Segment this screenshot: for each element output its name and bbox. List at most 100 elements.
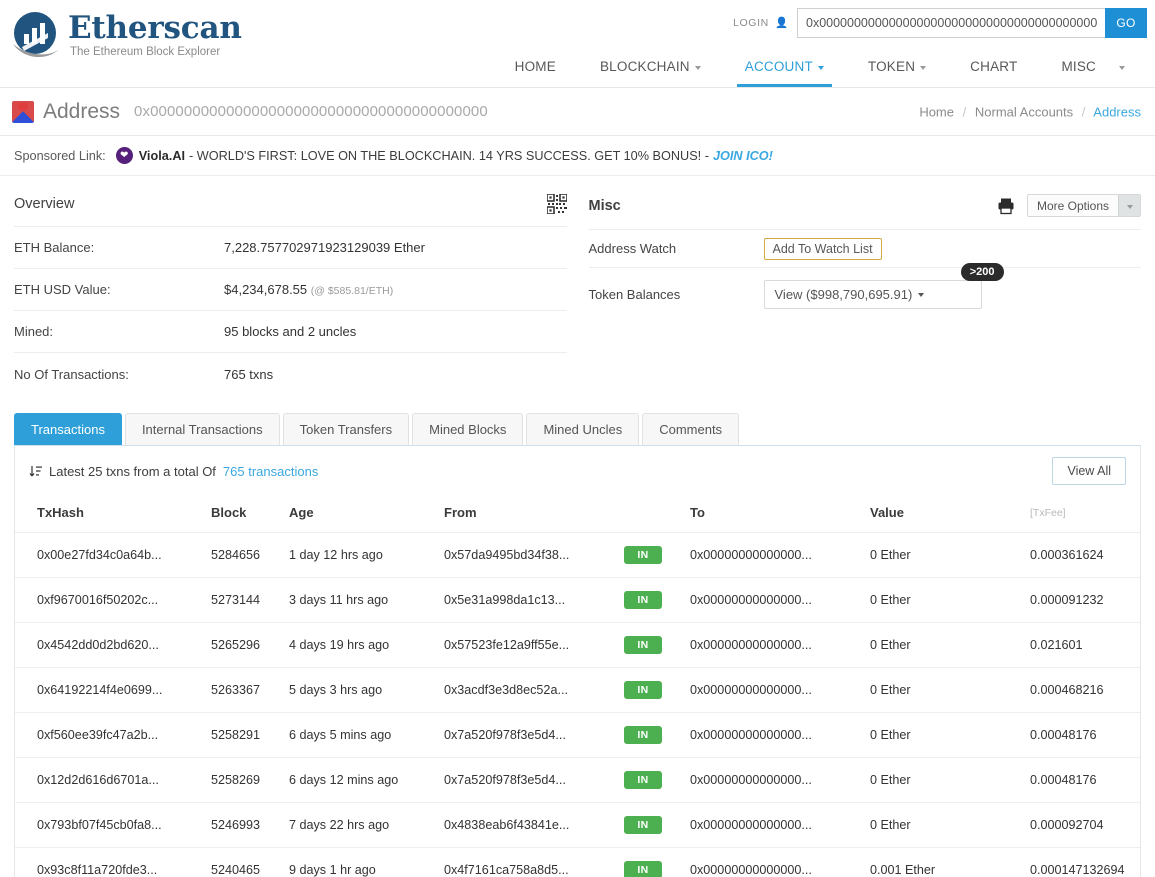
cell-to[interactable]: 0x00000000000000... xyxy=(684,847,864,877)
sort-descending-icon[interactable] xyxy=(29,465,42,478)
add-to-watch-list-button[interactable]: Add To Watch List xyxy=(763,237,882,260)
logo-tagline: The Ethereum Block Explorer xyxy=(70,46,221,58)
cell-from[interactable]: 0x3acdf3e3d8ec52a... xyxy=(438,667,618,713)
eth-price-note: (@ $585.81/ETH) xyxy=(310,285,394,297)
row-value: 765 txns xyxy=(224,367,273,382)
cell-to[interactable]: 0x00000000000000... xyxy=(684,757,864,803)
overview-row-eth-usd-value: ETH USD Value: $4,234,678.55 (@ $585.81/… xyxy=(14,269,567,311)
cell-txfee: 0.000092704 xyxy=(1024,802,1140,848)
nav-item-misc[interactable]: MISC xyxy=(1039,59,1147,87)
cell-txhash[interactable]: 0x93c8f11a720fde3... xyxy=(15,847,205,877)
top-bar: Etherscan The Ethereum Block Explorer LO… xyxy=(0,0,1155,88)
breadcrumb-item-home[interactable]: Home xyxy=(919,104,954,119)
chevron-down-icon[interactable] xyxy=(1118,195,1140,216)
cell-block[interactable]: 5284656 xyxy=(205,532,283,578)
nav-item-blockchain[interactable]: BLOCKCHAIN xyxy=(578,59,723,87)
direction-badge: IN xyxy=(624,591,662,609)
cell-to[interactable]: 0x00000000000000... xyxy=(684,622,864,668)
cell-txhash[interactable]: 0x12d2d616d6701a... xyxy=(15,757,205,803)
cell-from[interactable]: 0x4838eab6f43841e... xyxy=(438,802,618,848)
cell-txhash[interactable]: 0x4542dd0d2bd620... xyxy=(15,622,205,668)
chevron-down-icon xyxy=(817,65,824,70)
misc-panel: Misc More Options Address Watch Add To W… xyxy=(588,190,1141,395)
cell-block[interactable]: 5265296 xyxy=(205,622,283,668)
table-row: 0xf560ee39fc47a2b... 5258291 6 days 5 mins… xyxy=(15,712,1140,758)
search-input[interactable] xyxy=(797,8,1105,38)
cell-to[interactable]: 0x00000000000000... xyxy=(684,577,864,623)
cell-block[interactable]: 5258269 xyxy=(205,757,283,803)
cell-block[interactable]: 5258291 xyxy=(205,712,283,758)
column-header-txfee[interactable]: [TxFee] xyxy=(1024,496,1140,533)
cell-txhash[interactable]: 0xf9670016f50202c... xyxy=(15,577,205,623)
cell-from[interactable]: 0x7a520f978f3e5d4... xyxy=(438,712,618,758)
breadcrumb-item-normal-accounts[interactable]: Normal Accounts xyxy=(975,104,1073,119)
token-balances-value: View ($998,790,695.91) xyxy=(774,286,913,302)
tab-comments[interactable]: Comments xyxy=(642,413,740,445)
table-summary-link[interactable]: 765 transactions xyxy=(223,464,318,479)
cell-txhash[interactable]: 0x793bf07f45cb0fa8... xyxy=(15,802,205,848)
search-go-button[interactable]: GO xyxy=(1105,8,1147,38)
cell-from[interactable]: 0x4f7161ca758a8d5... xyxy=(438,847,618,877)
cell-from[interactable]: 0x5e31a998da1c13... xyxy=(438,577,618,623)
cell-from[interactable]: 0x57523fe12a9ff55e... xyxy=(438,622,618,668)
cell-from[interactable]: 0x7a520f978f3e5d4... xyxy=(438,757,618,803)
tab-internal-transactions[interactable]: Internal Transactions xyxy=(124,413,280,445)
print-icon[interactable] xyxy=(997,197,1015,215)
misc-title: Misc xyxy=(588,197,621,214)
nav-item-token[interactable]: TOKEN xyxy=(846,59,948,87)
qr-code-icon[interactable] xyxy=(546,194,567,214)
token-balances-dropdown[interactable]: View ($998,790,695.91) xyxy=(763,279,982,309)
login-link[interactable]: LOGIN 👤 xyxy=(733,16,789,29)
heart-icon: ❤ xyxy=(115,147,133,164)
row-key: ETH USD Value: xyxy=(14,282,111,297)
tab-mined-uncles[interactable]: Mined Uncles xyxy=(526,413,640,445)
cell-block[interactable]: 5240465 xyxy=(205,847,283,877)
view-all-button[interactable]: View All xyxy=(1052,457,1126,485)
nav-item-account[interactable]: ACCOUNT xyxy=(723,59,846,87)
column-header-from[interactable]: From xyxy=(438,496,618,533)
column-header-block[interactable]: Block xyxy=(205,496,283,533)
row-key: ETH Balance: xyxy=(14,240,95,255)
transactions-card: Latest 25 txns from a total Of 765 trans… xyxy=(14,446,1141,877)
nav-item-chart[interactable]: CHART xyxy=(948,59,1039,87)
cell-block[interactable]: 5263367 xyxy=(205,667,283,713)
cell-from[interactable]: 0x57da9495bd34f38... xyxy=(438,532,618,578)
cell-to[interactable]: 0x00000000000000... xyxy=(684,667,864,713)
row-key: Address Watch xyxy=(588,241,677,256)
table-head: TxHash Block Age From To Value [TxFee] xyxy=(15,496,1140,533)
cell-to[interactable]: 0x00000000000000... xyxy=(684,712,864,758)
site-logo[interactable]: Etherscan The Ethereum Block Explorer xyxy=(10,10,242,64)
breadcrumb-item-address[interactable]: Address xyxy=(1093,104,1141,119)
column-header-txhash[interactable]: TxHash xyxy=(15,496,205,533)
table-row: 0x12d2d616d6701a... 5258269 6 days 12 mins… xyxy=(15,757,1140,803)
sponsor-brand[interactable]: Viola.AI xyxy=(139,149,185,163)
chevron-down-icon xyxy=(1119,65,1125,70)
cell-block[interactable]: 5246993 xyxy=(205,802,283,848)
row-value: View ($998,790,695.91) >200 xyxy=(763,262,1004,309)
column-header-value[interactable]: Value xyxy=(864,496,1024,533)
cell-block[interactable]: 5273144 xyxy=(205,577,283,623)
tab-mined-blocks[interactable]: Mined Blocks xyxy=(412,413,524,445)
column-header-to[interactable]: To xyxy=(684,496,864,533)
txn-count-value: 765 txns xyxy=(224,366,274,382)
cell-to[interactable]: 0x00000000000000... xyxy=(684,802,864,848)
sponsor-cta-link[interactable]: JOIN ICO! xyxy=(713,149,773,163)
cell-direction: IN xyxy=(618,622,684,668)
column-header-age[interactable]: Age xyxy=(283,496,438,533)
cell-to[interactable]: 0x00000000000000... xyxy=(684,532,864,578)
nav-item-home[interactable]: HOME xyxy=(493,59,578,87)
table-header-row: TxHash Block Age From To Value [TxFee] xyxy=(15,496,1140,533)
cell-txhash[interactable]: 0x64192214f4e0699... xyxy=(15,667,205,713)
cell-txfee: 0.000147132694 xyxy=(1024,847,1140,877)
summary-panels: Overview ETH Balance: 7,228.757702971923… xyxy=(0,176,1155,395)
chevron-down-icon xyxy=(918,293,925,297)
search-box[interactable]: GO xyxy=(797,8,1147,38)
cell-txhash[interactable]: 0xf560ee39fc47a2b... xyxy=(15,712,205,758)
cell-direction: IN xyxy=(618,712,684,758)
more-options-button[interactable]: More Options xyxy=(1026,194,1141,217)
nav-label: CHART xyxy=(970,59,1018,74)
cell-txhash[interactable]: 0x00e27fd34c0a64b... xyxy=(15,532,205,578)
tab-token-transfers[interactable]: Token Transfers xyxy=(282,413,410,445)
tab-transactions[interactable]: Transactions xyxy=(14,413,122,445)
overview-panel: Overview ETH Balance: 7,228.757702971923… xyxy=(14,190,567,395)
